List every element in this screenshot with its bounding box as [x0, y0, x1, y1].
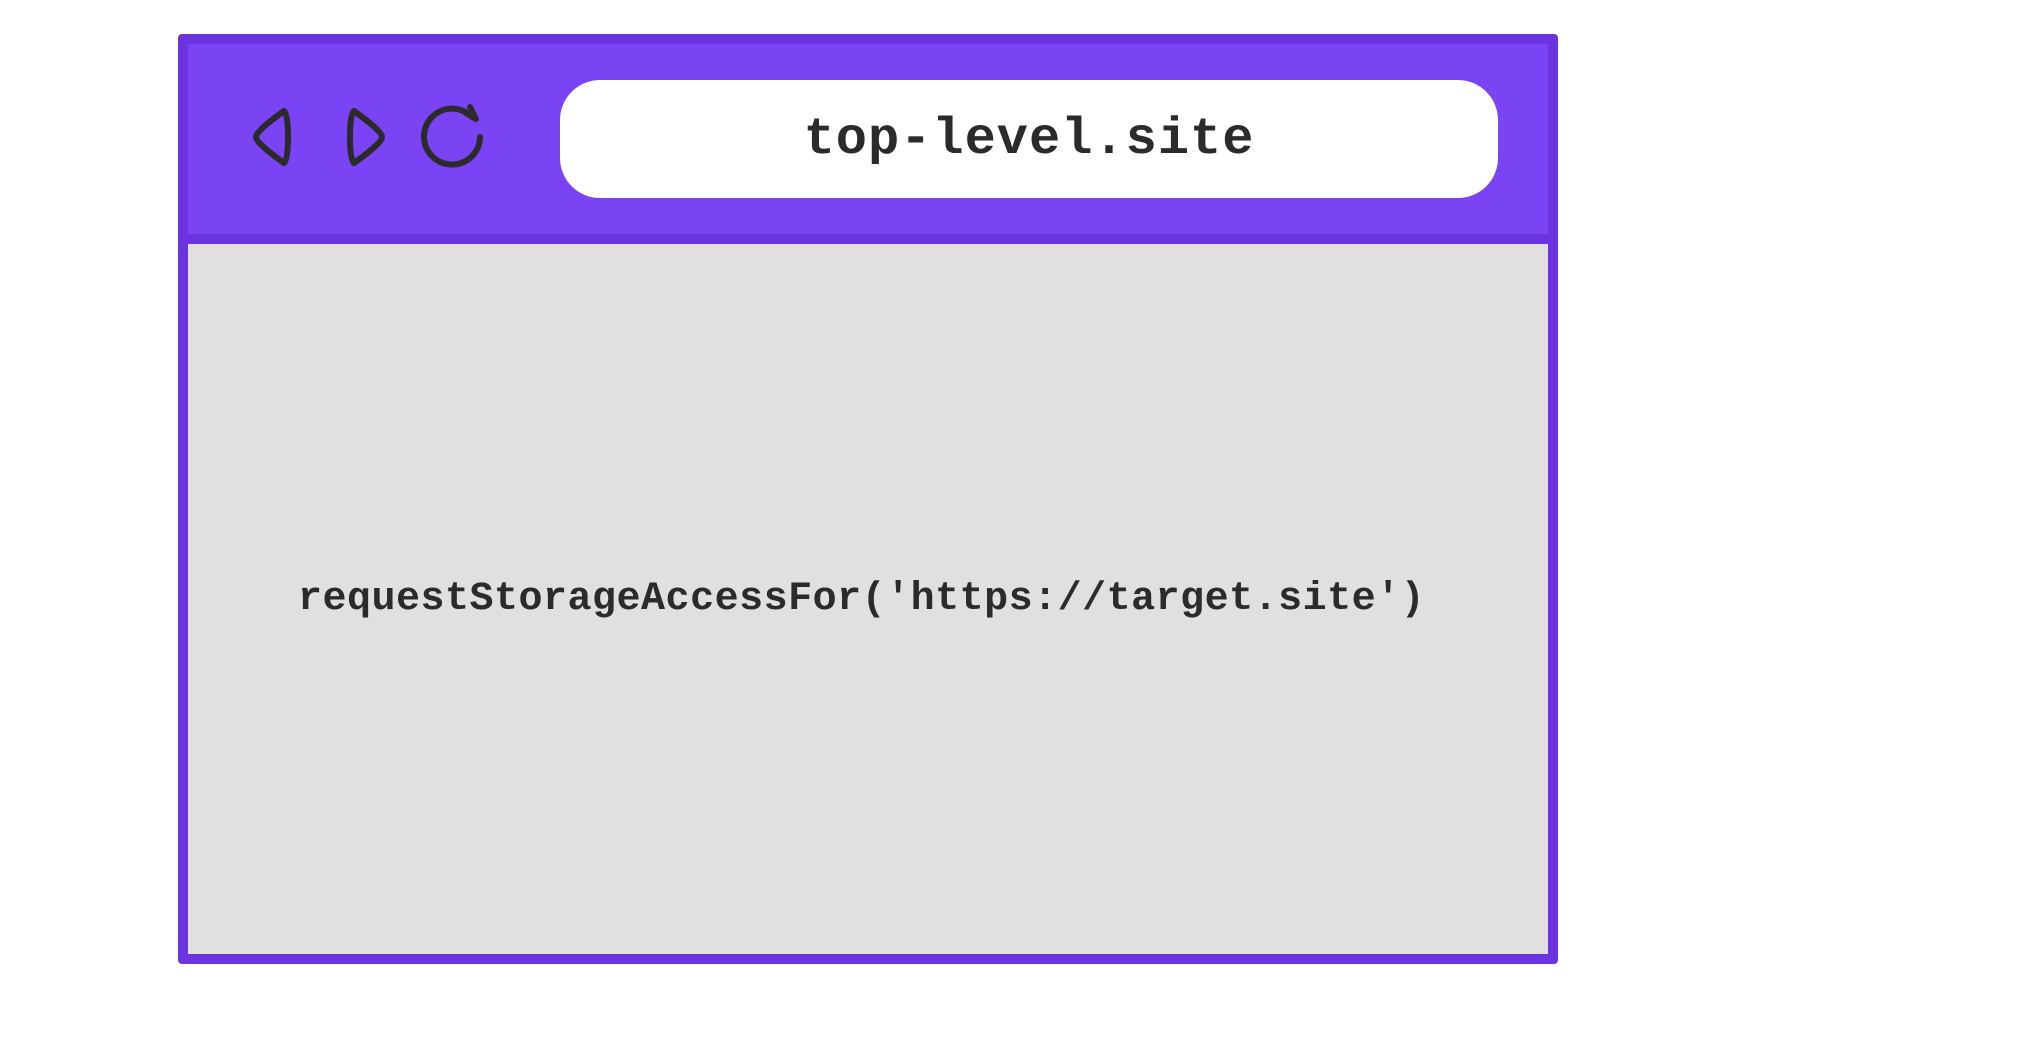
code-text: requestStorageAccessFor('https://target.…: [298, 577, 1425, 622]
nav-icon-group: [238, 101, 490, 178]
page-content: requestStorageAccessFor('https://target.…: [188, 244, 1548, 954]
address-bar[interactable]: top-level.site: [560, 80, 1498, 198]
browser-toolbar: top-level.site: [188, 44, 1548, 244]
back-icon[interactable]: [238, 101, 310, 178]
address-text: top-level.site: [804, 110, 1255, 169]
forward-icon[interactable]: [328, 101, 400, 178]
browser-window: top-level.site requestStorageAccessFor('…: [178, 34, 1558, 964]
reload-icon[interactable]: [418, 101, 490, 178]
